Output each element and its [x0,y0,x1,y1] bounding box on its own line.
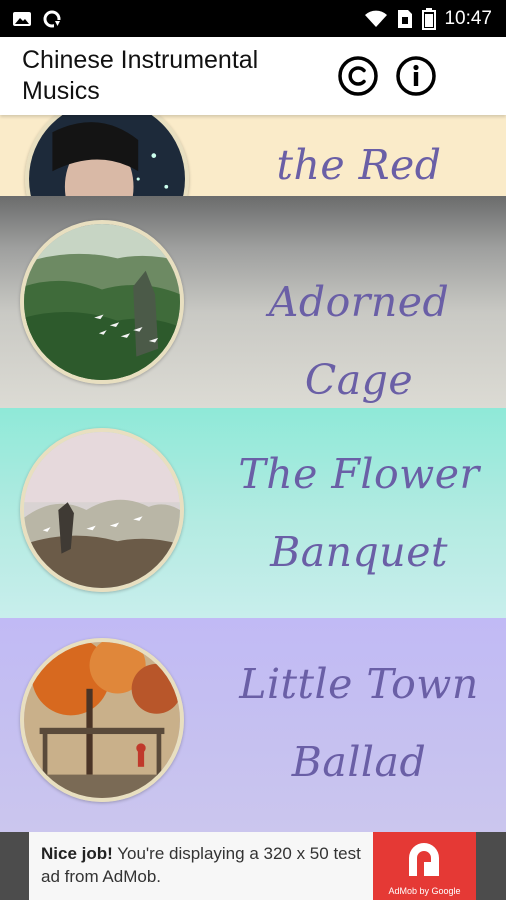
track-list[interactable]: the Red Lotus Adorned Cage [0,115,506,832]
track-title: The Flower Banquet [238,450,480,576]
track-item[interactable]: Little Town Ballad [0,618,506,832]
copyright-icon [338,56,378,96]
admob-caption: AdMob by Google [388,886,461,896]
info-icon [396,56,436,96]
track-artwork [20,638,184,802]
track-item[interactable]: Adorned Cage [0,196,506,408]
ad-banner[interactable]: Nice job! You're displaying a 320 x 50 t… [0,832,506,900]
track-artwork [20,428,184,592]
status-bar: 10:47 [0,0,506,37]
ad-content[interactable]: Nice job! You're displaying a 320 x 50 t… [29,832,476,900]
copyright-button[interactable] [337,55,379,97]
gallery-icon [12,10,32,28]
track-title: Adorned Cage [268,278,450,404]
app-bar: Chinese Instrumental Musics [0,37,506,115]
admob-icon [409,843,439,876]
sync-icon [42,9,62,29]
sim-icon [396,8,414,30]
track-title: Little Town Ballad [239,660,479,786]
track-item[interactable]: The Flower Banquet [0,408,506,618]
wifi-icon [364,9,388,29]
track-artwork [20,220,184,384]
info-button[interactable] [395,55,437,97]
battery-icon [422,7,437,30]
ad-text: Nice job! You're displaying a 320 x 50 t… [41,842,371,888]
status-time: 10:47 [444,7,492,29]
admob-logo[interactable]: AdMob by Google [373,832,476,900]
track-item[interactable]: the Red Lotus [0,115,506,267]
ad-headline: Nice job! [41,844,113,863]
app-title: Chinese Instrumental Musics [22,46,259,105]
